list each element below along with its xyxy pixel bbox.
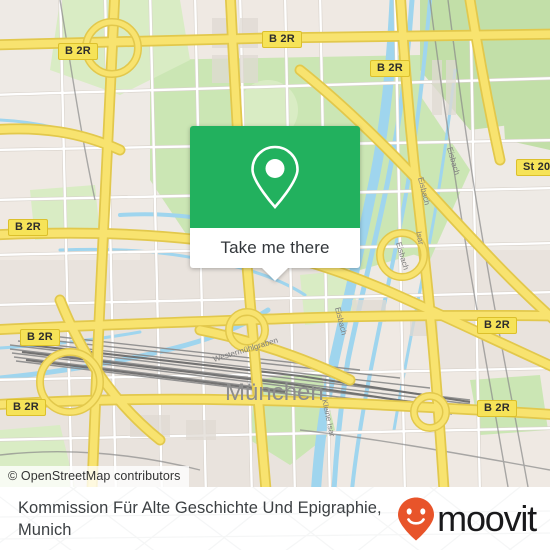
- moovit-smiley-pin-icon: [398, 497, 435, 540]
- page-title: Kommission Für Alte Geschichte Und Epigr…: [18, 498, 382, 539]
- route-shield: B 2R: [6, 397, 46, 416]
- map-canvas[interactable]: .park { fill:#cbe6b4; } .parkl { fill:#d…: [0, 0, 550, 487]
- callout-header: [190, 126, 360, 228]
- callout-tail: [262, 268, 288, 281]
- footer-bar: Kommission Für Alte Geschichte Und Epigr…: [0, 487, 550, 550]
- route-shield: B 2R: [8, 217, 48, 236]
- take-me-there-callout[interactable]: Take me there: [190, 126, 360, 281]
- route-shield: B 2R: [20, 327, 60, 346]
- route-shield: B 2R: [477, 315, 517, 334]
- map-pin-icon: [251, 145, 299, 209]
- city-label-munchen: München: [225, 379, 324, 406]
- route-shield-st20: St 20: [516, 157, 550, 176]
- moovit-station-map-page: .park { fill:#cbe6b4; } .parkl { fill:#d…: [0, 0, 550, 550]
- moovit-wordmark: moovit: [437, 497, 537, 539]
- osm-attribution[interactable]: © OpenStreetMap contributors: [0, 466, 189, 487]
- take-me-there-label: Take me there: [220, 238, 330, 257]
- moovit-logo[interactable]: moovit: [396, 496, 537, 542]
- callout-body[interactable]: Take me there: [190, 228, 360, 281]
- route-shield: B 2R: [370, 58, 410, 77]
- route-shield: B 2R: [262, 29, 302, 48]
- route-shield: B 2R: [58, 41, 98, 60]
- route-shield: B 2R: [477, 398, 517, 417]
